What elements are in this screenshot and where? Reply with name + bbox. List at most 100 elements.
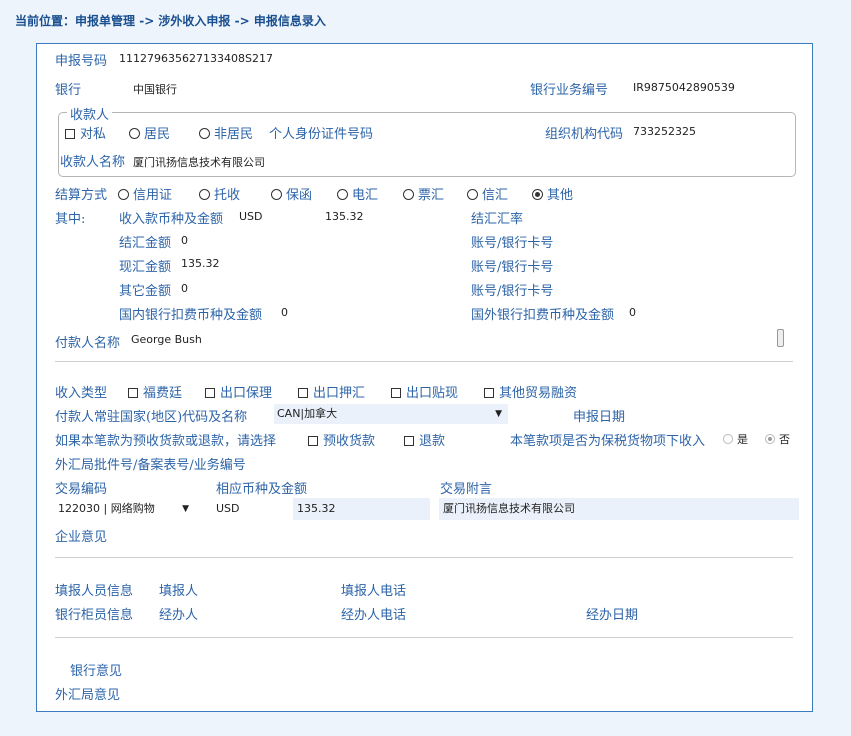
nonresident-radio[interactable]: 非居民 [199,123,253,142]
checkbox-icon [298,388,308,398]
filler-phone-label: 填报人电话 [341,584,407,599]
exchange-rate-label: 结汇汇率 [471,212,524,227]
income-type-forfaiting[interactable]: 福费廷 [128,382,182,401]
prepay-checkbox[interactable]: 预收货款 [308,430,375,449]
breadcrumb-item-3: 申报信息录入 [253,14,326,28]
bonded-yes-label: 是 [737,433,748,446]
settle-method-label: 结算方式 [55,188,108,203]
settle-option-guarantee[interactable]: 保函 [271,184,312,203]
income-type-other[interactable]: 其他贸易融资 [484,382,577,401]
breadcrumb: 当前位置：申报单管理 -> 涉外收入申报 -> 申报信息录入 [15,12,326,29]
settle-option-label: 电汇 [352,188,379,203]
settle-option-label: 信汇 [482,188,509,203]
income-type-label: 收入类型 [55,386,108,401]
country-select[interactable]: CAN|加拿大 ▼ [274,404,508,424]
radio-icon [271,189,282,200]
income-type-option-label: 其他贸易融资 [499,386,578,401]
spot-amount-value: 135.32 [181,257,220,270]
trade-code-select[interactable]: 122030 | 网络购物 ▼ [55,499,195,519]
resident-radio[interactable]: 居民 [129,123,170,142]
bank-label: 银行 [55,83,82,98]
payee-name-value: 厦门讯扬信息技术有限公司 [133,156,265,169]
breadcrumb-item-1[interactable]: 申报单管理 [75,14,135,28]
checkbox-icon [391,388,401,398]
income-type-discount[interactable]: 出口贴现 [391,382,458,401]
payee-name-label: 收款人名称 [60,155,126,170]
radio-icon [118,189,129,200]
settle-option-lc[interactable]: 信用证 [118,184,172,203]
personal-id-label: 个人身份证件号码 [269,127,374,142]
settle-option-tt[interactable]: 电汇 [337,184,378,203]
divider [55,361,793,362]
settle-option-label: 其他 [547,188,574,203]
payer-name-value: George Bush [131,333,202,346]
decl-no-label: 申报号码 [55,54,108,69]
bank-biz-no-label: 银行业务编号 [530,83,609,98]
checkbox-icon [484,388,494,398]
settle-option-label: 保函 [286,188,313,203]
income-amount-value: 135.32 [325,210,364,223]
other-amount-value: 0 [181,282,188,295]
prepay-label: 如果本笔款为预收货款或退款，请选择 [55,434,277,449]
settle-option-label: 托收 [214,188,241,203]
trade-currency-value: USD [216,502,240,515]
scroll-handle[interactable] [777,329,784,347]
radio-selected-icon [532,189,543,200]
refund-checkbox[interactable]: 退款 [404,430,445,449]
counter-section-label: 银行柜员信息 [55,608,134,623]
radio-icon [403,189,414,200]
breadcrumb-prefix: 当前位置： [15,14,76,28]
bank-opinion-label: 银行意见 [70,664,123,679]
settle-option-collection[interactable]: 托收 [199,184,240,203]
enterprise-opinion-label: 企业意见 [55,530,108,545]
radio-selected-icon [765,434,775,444]
settle-option-label: 信用证 [133,188,173,203]
bonded-label: 本笔款项是否为保税货物项下收入 [510,434,706,449]
handler-label: 经办人 [159,608,199,623]
radio-icon [337,189,348,200]
bank-biz-no-value: IR9875042890539 [633,81,735,94]
income-currency-value: USD [239,210,263,223]
handler-phone-label: 经办人电话 [341,608,407,623]
payee-legend: 收款人 [67,104,113,123]
radio-icon [723,434,733,444]
breadcrumb-item-2[interactable]: 涉外收入申报 [158,14,230,28]
radio-icon [199,189,210,200]
country-label: 付款人常驻国家(地区)代码及名称 [55,410,248,425]
handle-date-label: 经办日期 [586,608,639,623]
org-code-label: 组织机构代码 [545,127,624,142]
decl-no-value: 111279635627133408S217 [119,52,273,65]
trade-amount-field[interactable]: 135.32 [293,498,430,520]
income-type-option-label: 出口押汇 [313,386,366,401]
settle-option-other[interactable]: 其他 [532,184,573,203]
bank-value: 中国银行 [133,83,177,96]
bonded-no-radio[interactable]: 否 [765,431,790,447]
foreign-fee-value: 0 [629,306,636,319]
declaration-form: 申报号码 111279635627133408S217 银行 中国银行 银行业务… [36,43,813,712]
approval-no-label: 外汇局批件号/备案表号/业务编号 [55,458,246,473]
filler-name-label: 填报人 [159,584,199,599]
radio-icon [199,128,210,139]
bonded-no-label: 否 [779,433,790,446]
settle-option-mt[interactable]: 信汇 [467,184,508,203]
declare-date-label: 申报日期 [573,410,626,425]
trade-currency-field[interactable]: USD [212,498,292,520]
prepay-option-label: 预收货款 [323,434,376,449]
trade-note-field[interactable]: 厦门讯扬信息技术有限公司 [439,498,799,520]
income-type-option-label: 福费廷 [143,386,183,401]
settle-option-dd[interactable]: 票汇 [403,184,444,203]
safe-opinion-label: 外汇局意见 [55,688,121,703]
checkbox-icon [404,436,414,446]
payer-name-label: 付款人名称 [55,336,121,351]
divider [55,637,793,638]
income-type-factoring[interactable]: 出口保理 [205,382,272,401]
country-select-value: CAN|加拿大 [277,407,338,420]
checkbox-icon [128,388,138,398]
income-type-negotiation[interactable]: 出口押汇 [298,382,365,401]
resident-label: 居民 [144,127,171,142]
org-code-value: 733252325 [633,125,696,138]
income-type-option-label: 出口贴现 [406,386,459,401]
private-checkbox[interactable]: 对私 [65,123,106,142]
bonded-yes-radio[interactable]: 是 [723,431,748,447]
private-label: 对私 [80,127,107,142]
